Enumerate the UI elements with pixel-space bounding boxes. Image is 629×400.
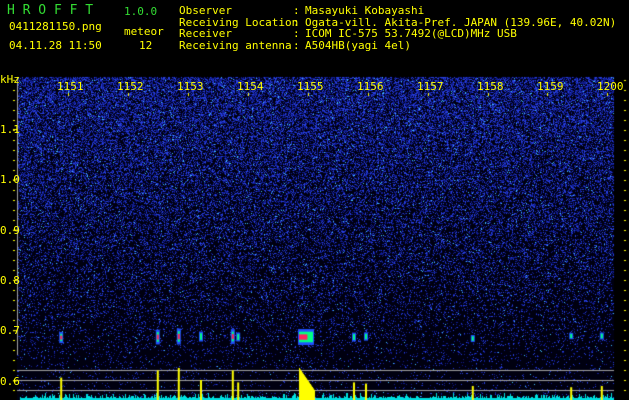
spectrogram-canvas	[0, 0, 629, 400]
x-tick-label: 1155	[297, 80, 324, 93]
info-value: A504HB(yagi 4el)	[305, 38, 411, 52]
file-name: 0411281150.png	[9, 20, 102, 33]
y-tick-label: 1.1	[0, 123, 20, 136]
x-tick-label: 1157	[417, 80, 444, 93]
x-tick-label: 1152	[117, 80, 144, 93]
x-tick-label: 1154	[237, 80, 264, 93]
app-version: 1.0.0	[124, 5, 158, 18]
datetime: 04.11.28 11:50	[9, 39, 102, 52]
x-tick-label: 1159	[537, 80, 564, 93]
x-tick-label: 1151	[57, 80, 84, 93]
info-colon: :	[293, 38, 300, 52]
y-tick-label: 1.0	[0, 173, 20, 187]
info-label: Receiving antenna	[179, 38, 292, 52]
app-title: H R O F F T	[7, 3, 94, 18]
x-tick-label: 1200	[597, 80, 624, 93]
x-tick-label: 1158	[477, 80, 504, 93]
y-axis-unit: kHz	[0, 73, 20, 86]
meteor-count: 12	[139, 39, 153, 52]
y-tick-label: 0.6	[0, 374, 20, 388]
meteor-label: meteor	[124, 25, 164, 38]
y-tick-label: 0.7	[0, 324, 20, 338]
x-tick-label: 1156	[357, 80, 384, 93]
y-tick-label: 0.8	[0, 273, 20, 287]
y-tick-label: 0.9	[0, 223, 20, 237]
x-tick-label: 1153	[177, 80, 204, 93]
